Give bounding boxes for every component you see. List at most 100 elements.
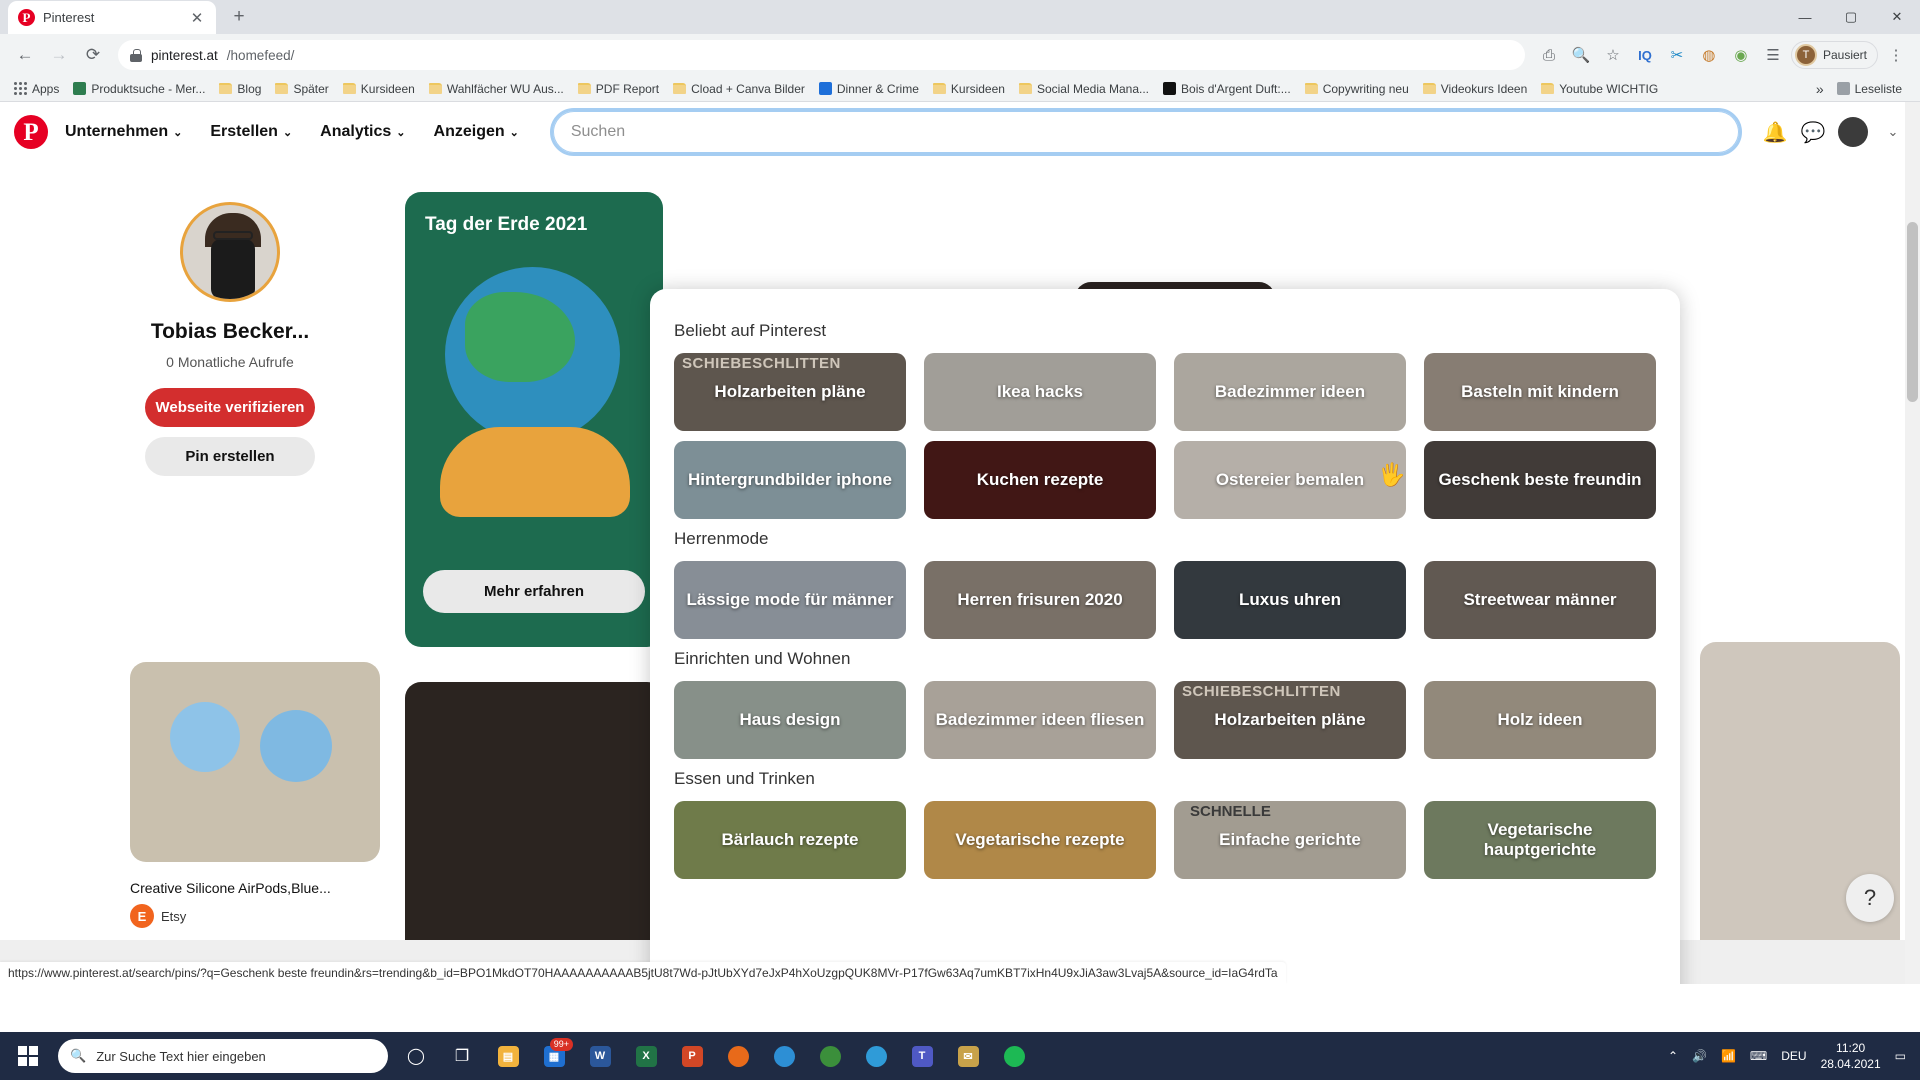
edge-icon[interactable] bbox=[854, 1032, 898, 1080]
reading-list-toolbar-icon[interactable]: ☰ bbox=[1759, 41, 1787, 69]
address-bar[interactable]: pinterest.at/homefeed/ bbox=[118, 40, 1525, 70]
bookmark-social-media[interactable]: Social Media Mana... bbox=[1013, 79, 1155, 99]
bookmark-copywriting[interactable]: Copywriting neu bbox=[1299, 79, 1415, 99]
suggestion-tile[interactable]: Ostereier bemalen bbox=[1174, 441, 1406, 519]
bookmark-bois-dargent[interactable]: Bois d'Argent Duft:... bbox=[1157, 79, 1297, 99]
reload-icon[interactable]: ⟳ bbox=[78, 40, 108, 70]
reading-list-button[interactable]: Leseliste bbox=[1831, 79, 1908, 99]
bookmark-youtube[interactable]: Youtube WICHTIG bbox=[1535, 79, 1664, 99]
avatar[interactable] bbox=[1838, 117, 1868, 147]
suggestion-tile[interactable]: Bärlauch rezepte bbox=[674, 801, 906, 879]
chrome-icon[interactable] bbox=[808, 1032, 852, 1080]
avatar[interactable] bbox=[180, 202, 280, 302]
suggestion-tile[interactable]: Luxus uhren bbox=[1174, 561, 1406, 639]
pinterest-logo-icon[interactable]: P bbox=[14, 115, 48, 149]
suggestion-tile[interactable]: Vegetarische rezepte bbox=[924, 801, 1156, 879]
bookmark-kursideen-2[interactable]: Kursideen bbox=[927, 79, 1011, 99]
bookmark-spaeter[interactable]: Später bbox=[269, 79, 334, 99]
taskbar-clock[interactable]: 11:20 28.04.2021 bbox=[1821, 1040, 1881, 1072]
firefox-icon[interactable] bbox=[716, 1032, 760, 1080]
suggestion-tile[interactable]: Basteln mit kindern bbox=[1424, 353, 1656, 431]
suggestion-tile[interactable]: Lässige mode für männer bbox=[674, 561, 906, 639]
teams-icon[interactable]: T bbox=[900, 1032, 944, 1080]
new-tab-button[interactable]: + bbox=[224, 2, 254, 32]
suggestion-tile[interactable]: Holz ideen bbox=[1424, 681, 1656, 759]
verify-website-button[interactable]: Webseite verifizieren bbox=[145, 388, 315, 427]
chevron-down-icon[interactable]: ⌄ bbox=[1880, 119, 1906, 145]
star-icon[interactable]: ☆ bbox=[1599, 41, 1627, 69]
notification-icon[interactable]: ▭ bbox=[1895, 1049, 1906, 1063]
maximize-button[interactable]: ▢ bbox=[1828, 0, 1874, 34]
help-button[interactable]: ? bbox=[1846, 874, 1894, 922]
nav-analytics[interactable]: Analytics ⌄ bbox=[309, 116, 416, 148]
suggestion-tile[interactable]: Haus design bbox=[674, 681, 906, 759]
start-button[interactable] bbox=[4, 1032, 52, 1080]
chrome-menu-icon[interactable]: ⋮ bbox=[1882, 41, 1910, 69]
scrollbar-thumb[interactable] bbox=[1907, 222, 1918, 402]
bookmark-produktsuche[interactable]: Produktsuche - Mer... bbox=[67, 79, 211, 99]
extension-icon-1[interactable]: ✂ bbox=[1663, 41, 1691, 69]
store-icon[interactable]: ▦ 99+ bbox=[532, 1032, 576, 1080]
pin-item[interactable] bbox=[130, 662, 380, 862]
extension-icon-2[interactable]: ◍ bbox=[1695, 41, 1723, 69]
extension-icon-3[interactable]: ◉ bbox=[1727, 41, 1755, 69]
suggestion-tile[interactable]: Kuchen rezepte bbox=[924, 441, 1156, 519]
earth-day-card[interactable]: Tag der Erde 2021 Mehr erfahren bbox=[405, 192, 663, 647]
minimize-button[interactable]: — bbox=[1782, 0, 1828, 34]
spotify-icon[interactable] bbox=[992, 1032, 1036, 1080]
forward-icon[interactable]: → bbox=[44, 40, 74, 70]
word-icon[interactable]: W bbox=[578, 1032, 622, 1080]
edge-legacy-icon[interactable] bbox=[762, 1032, 806, 1080]
suggestion-tile[interactable]: SCHIEBESCHLITTEN Holzarbeiten pläne bbox=[674, 353, 906, 431]
suggestion-tile[interactable]: SCHNELLE Einfache gerichte bbox=[1174, 801, 1406, 879]
taskbar-search-input[interactable]: 🔍 Zur Suche Text hier eingeben bbox=[58, 1039, 388, 1073]
pin-item[interactable] bbox=[405, 682, 663, 984]
bookmark-kursideen-1[interactable]: Kursideen bbox=[337, 79, 421, 99]
suggestion-tile[interactable]: Vegetarische hauptgerichte bbox=[1424, 801, 1656, 879]
bookmark-cload-canva[interactable]: Cload + Canva Bilder bbox=[667, 79, 811, 99]
powerpoint-icon[interactable]: P bbox=[670, 1032, 714, 1080]
suggestion-tile[interactable]: SCHIEBESCHLITTEN Holzarbeiten pläne bbox=[1174, 681, 1406, 759]
explorer-icon[interactable]: ▤ bbox=[486, 1032, 530, 1080]
language-indicator[interactable]: DEU bbox=[1781, 1049, 1806, 1063]
task-view-icon[interactable]: ❐ bbox=[440, 1032, 484, 1080]
wifi-icon[interactable]: 📶 bbox=[1721, 1049, 1736, 1063]
chat-icon[interactable]: 💬 bbox=[1800, 119, 1826, 145]
suggestion-tile[interactable]: Herren frisuren 2020 bbox=[924, 561, 1156, 639]
learn-more-button[interactable]: Mehr erfahren bbox=[423, 570, 645, 613]
suggestion-tile[interactable]: Geschenk beste freundin bbox=[1424, 441, 1656, 519]
suggestion-tile[interactable]: Badezimmer ideen fliesen bbox=[924, 681, 1156, 759]
bell-icon[interactable]: 🔔 bbox=[1762, 119, 1788, 145]
close-icon[interactable]: ✕ bbox=[188, 9, 206, 27]
bookmark-apps[interactable]: Apps bbox=[8, 79, 65, 99]
suggestion-tile[interactable]: Ikea hacks bbox=[924, 353, 1156, 431]
cortana-icon[interactable]: ◯ bbox=[394, 1032, 438, 1080]
bookmark-dinner-crime[interactable]: Dinner & Crime bbox=[813, 79, 925, 99]
iq-extension-icon[interactable]: IQ bbox=[1631, 41, 1659, 69]
zoom-icon[interactable]: 🔍 bbox=[1567, 41, 1595, 69]
suggestion-tile[interactable]: Streetwear männer bbox=[1424, 561, 1656, 639]
bookmark-wahlfaecher[interactable]: Wahlfächer WU Aus... bbox=[423, 79, 570, 99]
back-icon[interactable]: ← bbox=[10, 40, 40, 70]
close-window-button[interactable]: ✕ bbox=[1874, 0, 1920, 34]
tray-expand-icon[interactable]: ⌃ bbox=[1668, 1049, 1678, 1063]
profile-button[interactable]: T Pausiert bbox=[1790, 41, 1878, 69]
bookmarks-overflow-icon[interactable]: » bbox=[1816, 81, 1824, 97]
nav-unternehmen[interactable]: Unternehmen ⌄ bbox=[54, 116, 193, 148]
create-pin-button[interactable]: Pin erstellen bbox=[145, 437, 315, 476]
keyboard-icon[interactable]: ⌨ bbox=[1750, 1049, 1767, 1063]
outlook-icon[interactable]: ✉ bbox=[946, 1032, 990, 1080]
volume-icon[interactable]: 🔊 bbox=[1692, 1049, 1707, 1063]
bookmark-pdf-report[interactable]: PDF Report bbox=[572, 79, 665, 99]
bookmark-videokurs[interactable]: Videokurs Ideen bbox=[1417, 79, 1534, 99]
pin-item[interactable] bbox=[1700, 642, 1900, 984]
nav-erstellen[interactable]: Erstellen ⌄ bbox=[199, 116, 303, 148]
excel-icon[interactable]: X bbox=[624, 1032, 668, 1080]
bookmark-blog[interactable]: Blog bbox=[213, 79, 267, 99]
suggestion-tile[interactable]: Hintergrundbilder iphone bbox=[674, 441, 906, 519]
page-scrollbar[interactable] bbox=[1905, 102, 1920, 984]
browser-tab-pinterest[interactable]: P Pinterest ✕ bbox=[8, 1, 216, 34]
search-input[interactable]: Suchen bbox=[549, 108, 1742, 156]
install-icon[interactable]: ⎙ bbox=[1535, 41, 1563, 69]
suggestion-tile[interactable]: Badezimmer ideen bbox=[1174, 353, 1406, 431]
